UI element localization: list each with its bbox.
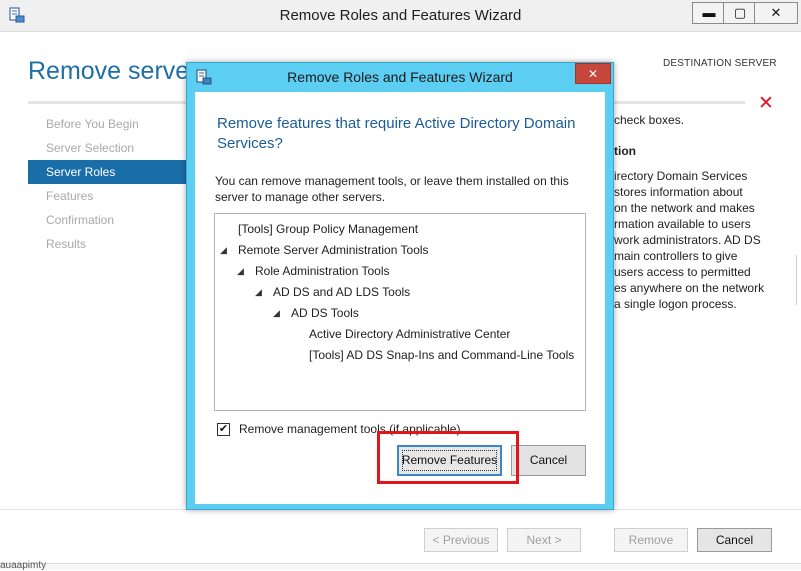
- description-line: main controllers to give: [614, 249, 738, 263]
- nav-item-results[interactable]: Results: [28, 232, 188, 256]
- expanded-triangle-icon[interactable]: ◢: [273, 303, 291, 324]
- description-line: stores information about: [614, 185, 743, 199]
- description-line: a single logon process.: [614, 297, 737, 311]
- maximize-button[interactable]: ▢: [723, 2, 757, 24]
- tree-item-label: Active Directory Administrative Center: [309, 327, 511, 341]
- page-heading: Remove server: [28, 57, 198, 85]
- expanded-triangle-icon[interactable]: ◢: [255, 282, 273, 303]
- close-window-button[interactable]: ✕: [754, 2, 798, 24]
- header-divider: [613, 101, 745, 104]
- tree-item[interactable]: [Tools] AD DS Snap-Ins and Command-Line …: [215, 345, 585, 366]
- destination-server-label: DESTINATION SERVER: [663, 58, 777, 69]
- dialog-description: You can remove management tools, or leav…: [215, 174, 569, 204]
- nav-item-confirmation[interactable]: Confirmation: [28, 208, 188, 232]
- tree-item[interactable]: [Tools] Group Policy Management: [215, 219, 585, 240]
- error-icon[interactable]: ✕: [758, 94, 774, 113]
- nav-item-server-selection[interactable]: Server Selection: [28, 136, 188, 160]
- expanded-triangle-icon[interactable]: ◢: [237, 261, 255, 282]
- close-dialog-button[interactable]: ✕: [575, 63, 611, 84]
- tree-item[interactable]: ◢ Role Administration Tools: [215, 261, 585, 282]
- tree-item-label: AD DS and AD LDS Tools: [273, 285, 411, 299]
- previous-button[interactable]: < Previous: [424, 528, 498, 552]
- dialog-titlebar[interactable]: Remove Roles and Features Wizard ✕: [187, 63, 613, 91]
- tree-item-label: Remote Server Administration Tools: [238, 243, 429, 257]
- role-description: irectory Domain Services stores informat…: [614, 168, 774, 312]
- remove-button[interactable]: Remove: [614, 528, 688, 552]
- nav-item-server-roles[interactable]: Server Roles: [28, 160, 188, 184]
- tree-item-label: [Tools] AD DS Snap-Ins and Command-Line …: [309, 348, 575, 362]
- description-line: rmation available to users: [614, 217, 751, 231]
- scrollbar[interactable]: [796, 255, 801, 305]
- minimize-button[interactable]: ▬: [692, 2, 726, 24]
- dialog-cancel-button[interactable]: Cancel: [511, 445, 586, 476]
- features-tree[interactable]: [Tools] Group Policy Management ◢ Remote …: [214, 213, 586, 411]
- cancel-button[interactable]: Cancel: [697, 528, 772, 552]
- tree-item[interactable]: ◢ Remote Server Administration Tools: [215, 240, 585, 261]
- description-line: work administrators. AD DS: [614, 233, 761, 247]
- window-titlebar[interactable]: Remove Roles and Features Wizard ▬ ▢ ✕: [0, 0, 801, 32]
- dialog-heading: Remove features that require Active Dire…: [217, 115, 576, 152]
- description-subheading: tion: [614, 144, 636, 158]
- nav-item-before-you-begin[interactable]: Before You Begin: [28, 112, 188, 136]
- tree-item[interactable]: ◢ AD DS and AD LDS Tools: [215, 282, 585, 303]
- annotation-highlight-box: [377, 431, 519, 484]
- description-line: es anywhere on the network: [614, 281, 765, 295]
- wizard-nav: Before You Begin Server Selection Server…: [28, 112, 188, 256]
- remove-tools-checkbox[interactable]: ✔: [217, 423, 230, 436]
- description-line: irectory Domain Services: [614, 169, 748, 183]
- expanded-triangle-icon[interactable]: ◢: [220, 240, 238, 261]
- description-line: users access to permitted: [614, 265, 751, 279]
- next-button[interactable]: Next >: [507, 528, 581, 552]
- window-title: Remove Roles and Features Wizard: [279, 7, 522, 24]
- header-divider: [28, 101, 186, 104]
- dialog-title: Remove Roles and Features Wizard: [287, 69, 513, 85]
- tree-item[interactable]: ◢ AD DS Tools: [215, 303, 585, 324]
- nav-item-features[interactable]: Features: [28, 184, 188, 208]
- taskbar-strip: [0, 563, 801, 570]
- background-text: auaapimty: [0, 560, 47, 571]
- instruction-text: check boxes.: [614, 113, 685, 127]
- tree-item-label: Role Administration Tools: [255, 264, 390, 278]
- description-line: on the network and makes: [614, 201, 755, 215]
- tree-item-label: AD DS Tools: [291, 306, 359, 320]
- tree-item-label: [Tools] Group Policy Management: [238, 222, 419, 236]
- tree-item[interactable]: Active Directory Administrative Center: [215, 324, 585, 345]
